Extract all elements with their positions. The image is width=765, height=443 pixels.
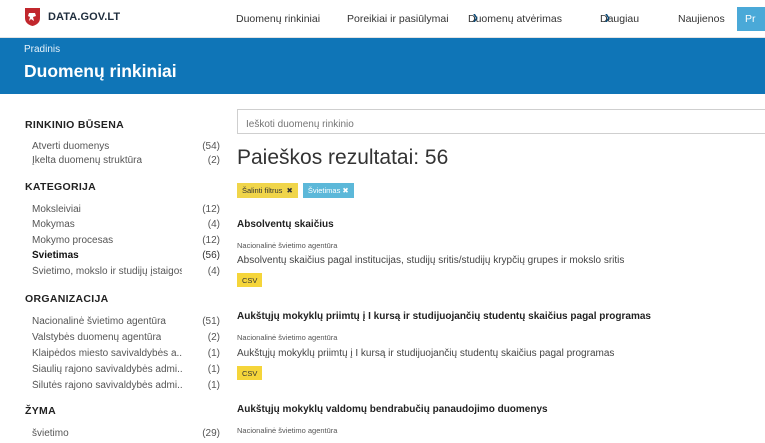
dataset-organization[interactable]: Nacionalinė švietimo agentūra [237,426,337,435]
filter-item[interactable]: Šilutės rajono savivaldybės admi... (1) [32,380,220,393]
brand-name: DATA.GOV.LT [48,11,121,23]
filter-item[interactable]: Šiaulių rajono savivaldybės admi... (1) [32,364,220,377]
chevron-down-icon: ❯ [472,13,479,22]
dataset-organization[interactable]: Nacionalinė švietimo agentūra [237,241,337,250]
dataset-organization[interactable]: Nacionalinė švietimo agentūra [237,333,337,342]
dataset-title[interactable]: Aukštųjų mokyklų valdomų bendrabučių pan… [237,404,548,415]
filter-heading-organization: ORGANIZACIJA [25,293,109,305]
cta-button[interactable]: Pr [737,7,765,31]
coat-of-arms-icon [25,8,40,26]
filter-heading-status: RINKINIO BŪSENA [25,119,125,131]
filter-item[interactable]: Atverti duomenys (54) [32,141,220,154]
page-title: Duomenų rinkiniai [24,61,177,81]
clear-filters-chip[interactable]: Šalinti filtrus ✖ [237,183,298,198]
brand[interactable]: DATA.GOV.LT [25,8,120,26]
format-badge[interactable]: CSV [237,366,263,380]
filter-item[interactable]: Mokymas (4) [32,219,220,232]
dataset-title[interactable]: Absolventų skaičius [237,219,334,230]
dataset-description: Absolventų skaičius pagal institucijas, … [237,255,625,266]
filter-chip-education[interactable]: Švietimas ✖ [302,183,354,198]
filter-heading-tag: ŽYMA [25,405,56,417]
active-filters: Šalinti filtrus ✖ Švietimas ✖ [237,183,359,198]
dataset-title[interactable]: Aukštųjų mokyklų priimtų į I kursą ir st… [237,311,651,322]
filter-heading-category: KATEGORIJA [25,181,97,193]
filter-item[interactable]: švietimo (29) [32,428,220,441]
filter-item[interactable]: Švietimo, mokslo ir studijų įstaigos (4) [32,266,220,279]
results-heading: Paieškos rezultatai: 56 [237,146,449,169]
format-badge[interactable]: CSV [237,273,263,287]
chevron-down-icon: ❯ [604,13,611,22]
filter-item[interactable]: Įkelta duomenų struktūra (2) [32,155,220,168]
dataset-description: Aukštųjų mokyklų priimtų į I kursą ir st… [237,348,615,359]
top-navigation: DATA.GOV.LT Duomenų rinkiniai Poreikiai … [0,0,765,38]
filter-item-active[interactable]: Švietimas (56) [32,250,220,263]
close-icon: ✖ [286,186,293,195]
close-icon: ✖ [342,186,349,195]
filter-item[interactable]: Klaipėdos miesto savivaldybės a... (1) [32,348,220,361]
filter-item[interactable]: Nacionalinė švietimo agentūra (51) [32,316,220,329]
filter-item[interactable]: Valstybės duomenų agentūra (2) [32,332,220,345]
breadcrumb[interactable]: Pradinis [24,44,60,55]
search-input[interactable] [237,109,765,134]
filter-item[interactable]: Mokymo procesas (12) [32,235,220,248]
filter-item[interactable]: Moksleiviai (12) [32,204,220,217]
